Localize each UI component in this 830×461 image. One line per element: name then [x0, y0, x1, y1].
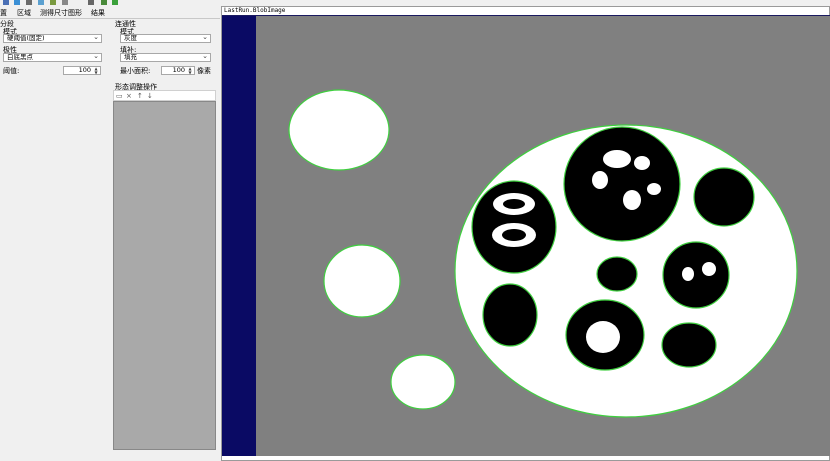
image-icon[interactable] [14, 0, 20, 5]
connectivity-mode-value: 灰度 [124, 34, 137, 42]
black-blob [596, 256, 638, 292]
run-icon[interactable] [112, 0, 118, 5]
morph-toolbar: ▭ × ↑ ↓ [113, 90, 216, 101]
delete-icon[interactable]: × [126, 92, 132, 100]
polarity-select[interactable]: 白底黑点 ⌄ [3, 53, 102, 62]
black-blob [482, 283, 538, 347]
blob-hole [603, 150, 631, 168]
image-left-border [222, 16, 256, 456]
window-icon[interactable] [88, 0, 94, 5]
tab-bar: 置 区域 测得尺寸 图形 结果 [0, 7, 220, 18]
white-blob [288, 89, 390, 171]
fill-select[interactable]: 填充 ⌄ [120, 53, 211, 62]
threshold-input[interactable]: 100 ▲ ▼ [63, 66, 101, 75]
blob-hole [702, 262, 716, 276]
segment-mode-value: 硬阈值(固定) [7, 34, 45, 42]
blob-hole [634, 156, 650, 170]
chart-icon[interactable] [101, 0, 107, 5]
white-blob [323, 244, 401, 318]
black-blob [662, 241, 730, 309]
min-area-value: 100 [172, 66, 185, 74]
fill-value: 填充 [124, 53, 137, 61]
segment-mode-select[interactable]: 硬阈值(固定) ⌄ [3, 34, 102, 43]
move-down-icon[interactable]: ↓ [147, 92, 153, 100]
tab-divider [0, 18, 220, 19]
folder-icon[interactable]: ▭ [116, 92, 123, 100]
blob-image-canvas[interactable] [222, 16, 830, 456]
move-up-icon[interactable]: ↑ [137, 92, 143, 100]
chevron-down-icon: ⌄ [202, 53, 208, 60]
black-blob [693, 167, 755, 227]
threshold-label: 阈值: [3, 67, 20, 75]
tab-settings[interactable]: 置 [0, 8, 7, 18]
blob-hole [647, 183, 661, 195]
white-blob [390, 354, 456, 410]
camera-icon[interactable] [26, 0, 32, 5]
gear-icon[interactable] [62, 0, 68, 5]
blob-hole [682, 267, 694, 281]
chevron-down-icon: ⌄ [93, 53, 99, 60]
tab-graphics[interactable]: 图形 [68, 8, 82, 18]
black-blob [563, 126, 681, 242]
pointer-icon[interactable] [3, 0, 9, 5]
tab-region[interactable]: 区域 [17, 8, 31, 18]
blob-hole [586, 321, 620, 353]
chevron-down-icon: ⌄ [93, 34, 99, 41]
flask-icon[interactable] [38, 0, 44, 5]
spin-arrows-icon[interactable]: ▲ ▼ [93, 67, 99, 75]
min-area-input[interactable]: 100 ▲ ▼ [161, 66, 195, 75]
tab-results[interactable]: 结果 [91, 8, 105, 18]
polarity-value: 白底黑点 [7, 53, 33, 61]
min-area-label: 最小面积: [120, 67, 151, 75]
morph-operations-list[interactable] [113, 101, 216, 450]
black-blob [661, 322, 717, 368]
image-window-title: LastRun.BlobImage [224, 7, 286, 14]
tab-measurements[interactable]: 测得尺寸 [40, 8, 68, 18]
connectivity-mode-select[interactable]: 灰度 ⌄ [120, 34, 211, 43]
blob-hole [623, 190, 641, 210]
spin-arrows-icon[interactable]: ▲ ▼ [187, 67, 193, 75]
blob-ring-hole [502, 229, 526, 241]
blob-hole [592, 171, 608, 189]
min-area-unit: 像素 [197, 67, 211, 75]
blob-ring-hole [503, 199, 525, 209]
tool-icon[interactable] [50, 0, 56, 5]
threshold-value: 100 [78, 66, 91, 74]
toolbar [0, 0, 220, 6]
chevron-down-icon: ⌄ [202, 34, 208, 41]
